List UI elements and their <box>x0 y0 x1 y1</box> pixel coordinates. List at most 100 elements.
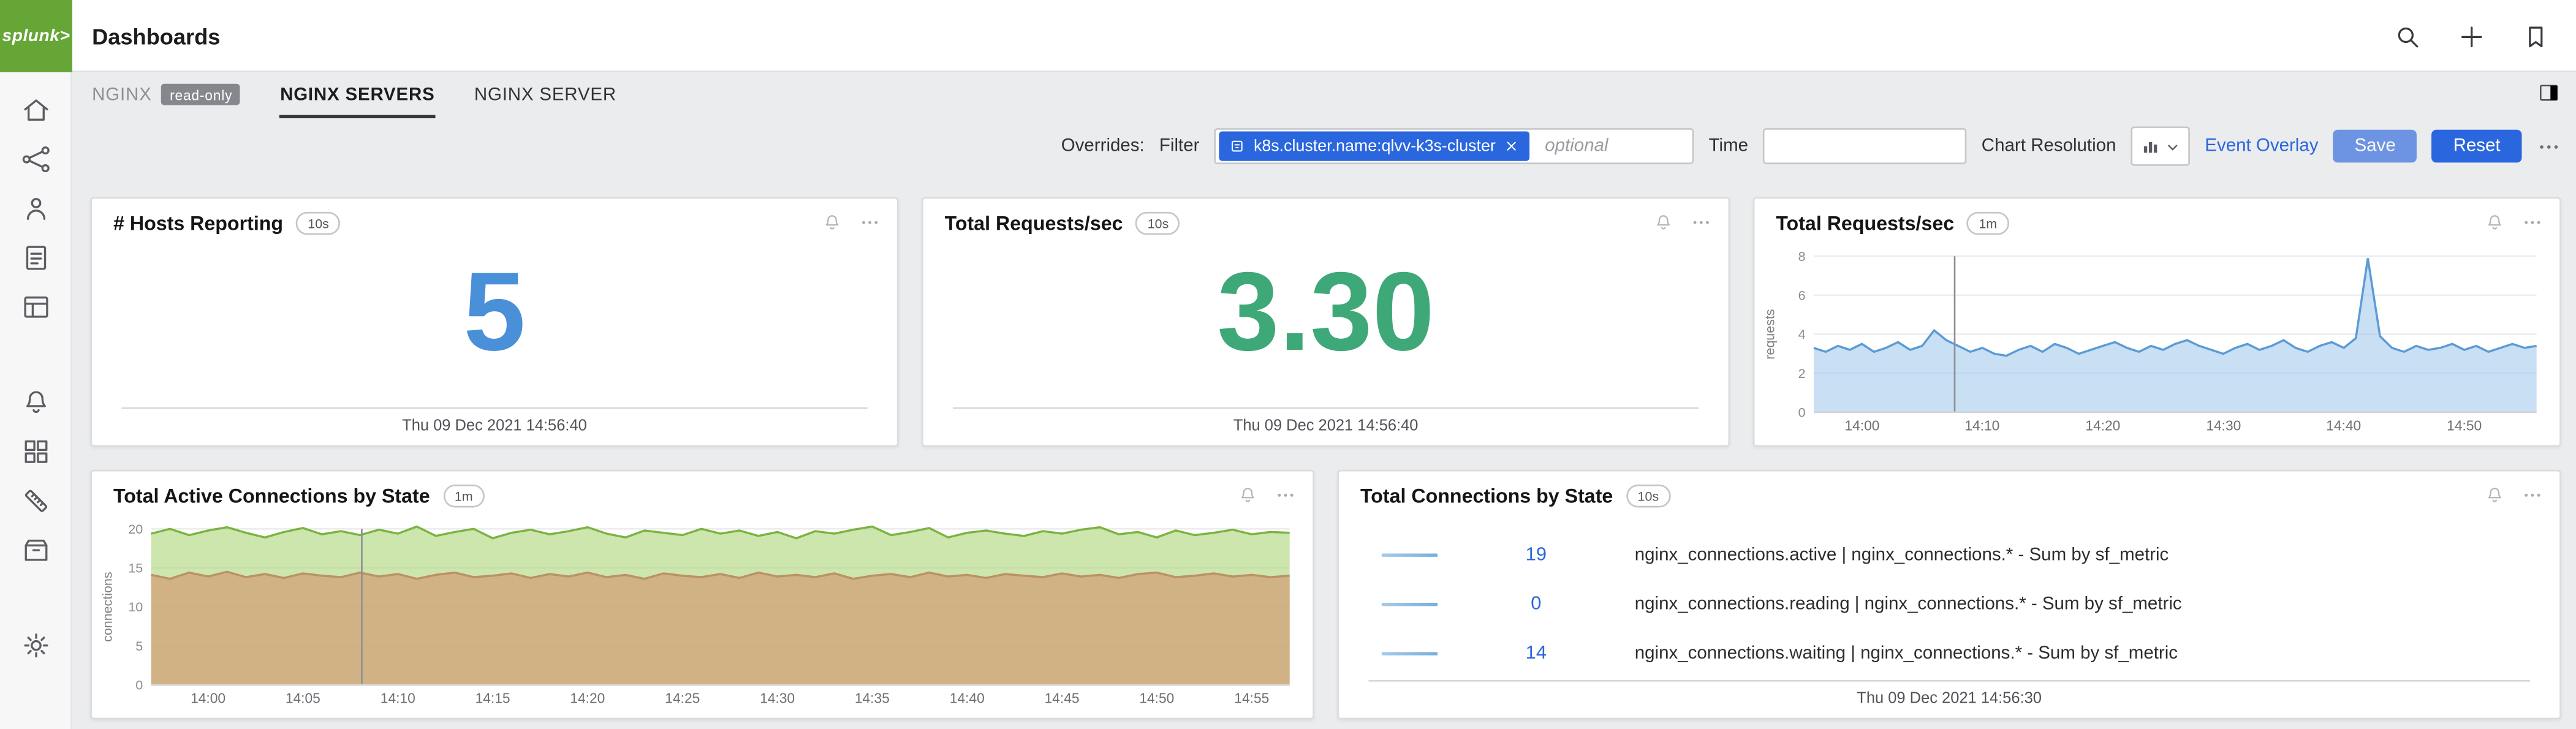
resolution-badge: 10s <box>1136 212 1180 235</box>
svg-text:14:10: 14:10 <box>1964 417 1999 433</box>
svg-text:14:55: 14:55 <box>1234 690 1269 706</box>
dashboard-grid: # Hosts Reporting 10s 5 Thu 09 Dec 2021 … <box>72 174 2576 729</box>
svg-text:requests: requests <box>1763 309 1778 359</box>
metrics-ruler-icon[interactable] <box>19 485 52 518</box>
data-management-icon[interactable] <box>19 534 52 567</box>
chart-resolution-label: Chart Resolution <box>1982 137 2116 156</box>
card-header: Total Requests/sec 10s <box>945 212 1630 235</box>
event-overlay-link[interactable]: Event Overlay <box>2205 137 2318 156</box>
card-total-requests-value: Total Requests/sec 10s 3.30 Thu 09 Dec 2… <box>922 197 1730 447</box>
resolution-badge: 1m <box>443 485 484 508</box>
card-alert-bell-icon[interactable] <box>1237 485 1259 506</box>
requests-timeseries-chart[interactable]: 0246814:0014:1014:2014:3014:4014:50reque… <box>1761 244 2550 438</box>
dashboards-icon[interactable] <box>19 291 52 324</box>
resolution-badge: 1m <box>1968 212 2009 235</box>
series-value[interactable]: 19 <box>1438 545 1635 565</box>
svg-text:0: 0 <box>135 678 143 693</box>
card-more-icon[interactable] <box>2522 485 2544 506</box>
tab-nginx-server[interactable]: NGINX SERVER <box>474 85 616 118</box>
splunk-logo[interactable]: splunk> <box>0 0 72 72</box>
card-header: Total Connections by State 10s <box>1360 485 2461 508</box>
card-connections-by-state: Total Connections by State 10s 19 nginx_… <box>1337 470 2561 720</box>
alerts-bell-icon[interactable] <box>19 386 52 419</box>
filter-chip[interactable]: k8s.cluster.name:qlvv-k3s-cluster <box>1219 131 1530 161</box>
infrastructure-icon[interactable] <box>19 192 52 225</box>
svg-text:14:35: 14:35 <box>855 690 890 706</box>
card-total-requests-chart: Total Requests/sec 1m 0246814:0014:1014:… <box>1753 197 2561 447</box>
mini-chart-icon <box>2141 137 2161 156</box>
card-alert-bell-icon[interactable] <box>2484 212 2506 233</box>
connections-timeseries-chart[interactable]: 0510152014:0014:0514:1014:1514:2014:2514… <box>99 518 1303 711</box>
svg-text:14:30: 14:30 <box>760 690 795 706</box>
page-title: Dashboards <box>92 0 220 72</box>
apm-icon[interactable] <box>19 143 52 176</box>
filter-chip-icon <box>1229 138 1246 154</box>
series-label: nginx_connections.waiting | nginx_connec… <box>1635 644 2178 663</box>
card-alert-bell-icon[interactable] <box>1653 212 1674 233</box>
tab-nginx[interactable]: NGINX read-only <box>92 84 241 118</box>
card-more-icon[interactable] <box>2522 212 2544 233</box>
card-actions <box>1653 212 1712 233</box>
svg-text:14:20: 14:20 <box>570 690 605 706</box>
navigation-grid-icon[interactable] <box>19 435 52 468</box>
svg-text:14:40: 14:40 <box>2326 417 2361 433</box>
panel-toggle-icon[interactable] <box>2537 80 2561 105</box>
card-more-icon[interactable] <box>1275 485 1297 506</box>
main-area: NGINX read-only NGINX SERVERS NGINX SERV… <box>72 72 2576 729</box>
legend-row[interactable]: 19 nginx_connections.active | nginx_conn… <box>1365 531 2533 580</box>
resolution-badge: 10s <box>297 212 341 235</box>
metric-legend-list: 19 nginx_connections.active | nginx_conn… <box>1365 531 2533 678</box>
card-title: Total Requests/sec <box>1776 212 1954 235</box>
card-actions <box>822 212 881 233</box>
svg-text:14:15: 14:15 <box>475 690 510 706</box>
svg-text:0: 0 <box>1798 405 1806 420</box>
card-actions <box>2484 212 2544 233</box>
splunk-logo-text: splunk> <box>2 26 70 46</box>
series-line-swatch <box>1382 554 1438 557</box>
legend-row[interactable]: 0 nginx_connections.reading | nginx_conn… <box>1365 580 2533 629</box>
svg-text:14:50: 14:50 <box>1139 690 1174 706</box>
card-title: # Hosts Reporting <box>113 212 283 235</box>
card-more-icon[interactable] <box>859 212 881 233</box>
card-timestamp: Thu 09 Dec 2021 14:56:40 <box>121 407 867 436</box>
chip-remove-icon[interactable] <box>1504 138 1520 154</box>
card-title: Total Requests/sec <box>945 212 1123 235</box>
card-more-icon[interactable] <box>1691 212 1712 233</box>
svg-text:14:00: 14:00 <box>191 690 225 706</box>
card-timestamp: Thu 09 Dec 2021 14:56:40 <box>953 407 1699 436</box>
svg-text:8: 8 <box>1798 249 1806 264</box>
reset-button[interactable]: Reset <box>2432 130 2522 163</box>
overrides-more-icon[interactable] <box>2537 134 2561 159</box>
series-line-swatch <box>1382 652 1438 655</box>
time-input[interactable] <box>1763 128 1966 164</box>
svg-text:4: 4 <box>1798 327 1806 342</box>
series-value[interactable]: 0 <box>1438 595 1635 614</box>
filter-chip-label: k8s.cluster.name:qlvv-k3s-cluster <box>1254 137 1496 155</box>
settings-gear-icon[interactable] <box>19 629 52 662</box>
card-timestamp: Thu 09 Dec 2021 14:56:30 <box>1368 680 2530 708</box>
create-plus-icon[interactable] <box>2458 22 2486 50</box>
bookmark-icon[interactable] <box>2522 22 2550 50</box>
card-header: # Hosts Reporting 10s <box>113 212 798 235</box>
card-alert-bell-icon[interactable] <box>2484 485 2506 506</box>
tab-nginx-servers[interactable]: NGINX SERVERS <box>280 85 434 118</box>
log-observer-icon[interactable] <box>19 241 52 274</box>
filter-label: Filter <box>1159 137 1200 156</box>
splunk-observability-dashboard: splunk> Dashboards <box>0 0 2576 729</box>
svg-text:20: 20 <box>128 522 143 537</box>
card-active-connections-chart: Total Active Connections by State 1m 051… <box>90 470 1314 720</box>
left-nav-sidebar <box>0 72 72 729</box>
card-alert-bell-icon[interactable] <box>822 212 843 233</box>
series-value[interactable]: 14 <box>1438 644 1635 663</box>
card-actions <box>2484 485 2544 506</box>
card-header: Total Active Connections by State 1m <box>113 485 1214 508</box>
filter-input[interactable]: k8s.cluster.name:qlvv-k3s-cluster option… <box>1214 128 1694 164</box>
legend-row[interactable]: 14 nginx_connections.waiting | nginx_con… <box>1365 629 2533 678</box>
filter-placeholder: optional <box>1545 137 1608 156</box>
search-icon[interactable] <box>2393 22 2422 50</box>
home-icon[interactable] <box>19 94 52 127</box>
svg-text:14:50: 14:50 <box>2447 417 2482 433</box>
series-label: nginx_connections.reading | nginx_connec… <box>1635 595 2182 614</box>
save-button[interactable]: Save <box>2333 130 2417 163</box>
chart-resolution-dropdown[interactable] <box>2131 126 2191 165</box>
